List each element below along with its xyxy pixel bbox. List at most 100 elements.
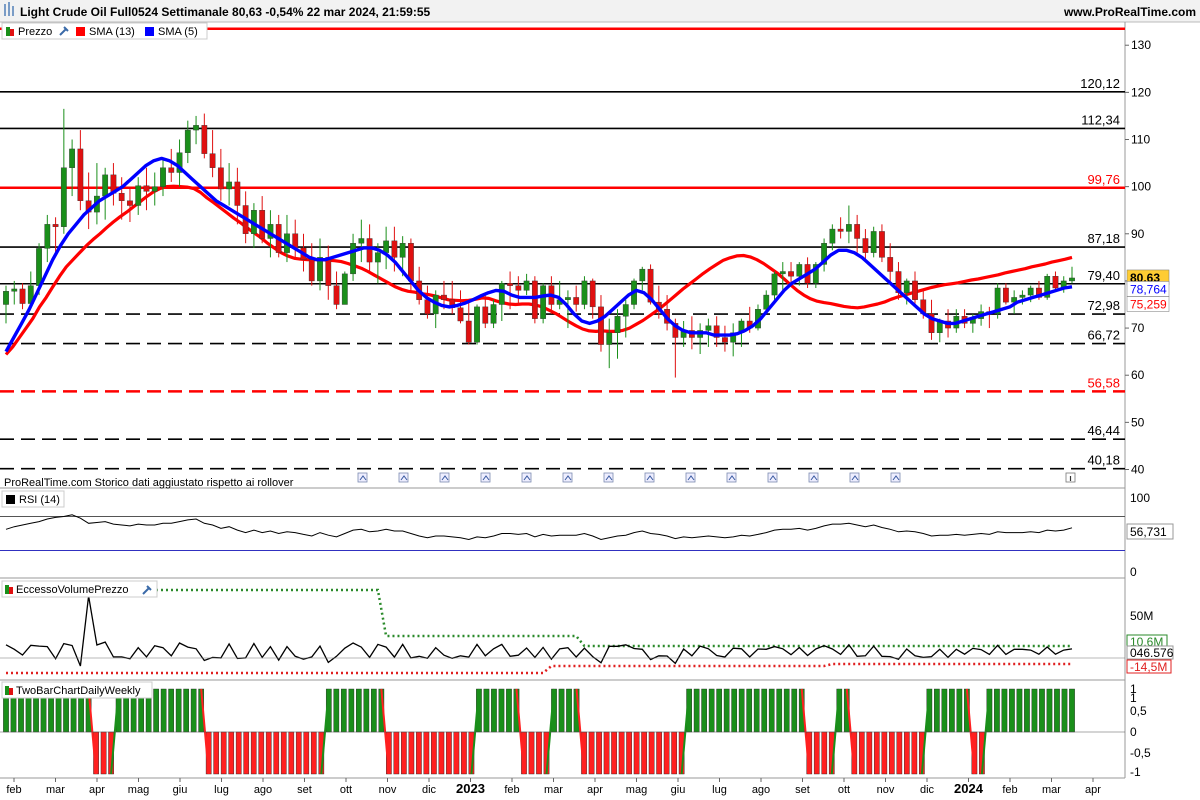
event-flag-icon[interactable] <box>439 472 450 483</box>
sma13-line <box>4 184 1073 356</box>
excess-lower-tag: -14,5M <box>1130 660 1167 674</box>
twobar-bar <box>348 688 355 733</box>
candle <box>110 163 117 206</box>
candle <box>540 283 547 324</box>
twobar-bar <box>949 688 955 733</box>
x-month-label: apr <box>89 784 105 796</box>
twobar-bar <box>168 688 174 733</box>
level-label-7: 56,58 <box>1087 375 1120 390</box>
twobar-bar <box>1054 688 1060 733</box>
price-tick-label: 50 <box>1131 415 1145 429</box>
event-icons <box>357 472 1076 483</box>
price-tick-label: 90 <box>1131 227 1145 241</box>
candle <box>432 290 439 329</box>
level-label-6: 66,72 <box>1087 328 1120 343</box>
twobar-tick-m05: -0,5 <box>1130 746 1151 760</box>
candle <box>870 226 877 258</box>
twobar-legend: TwoBarChartDailyWeekly <box>1 681 153 699</box>
twobar-bar <box>934 688 940 733</box>
event-flag-icon[interactable] <box>767 472 778 483</box>
event-flag-icon[interactable] <box>480 472 491 483</box>
event-flag-icon[interactable] <box>603 472 614 483</box>
sma13-layer <box>4 184 1073 356</box>
twobar-bar <box>1024 688 1030 733</box>
rsi-tick-0: 0 <box>1130 565 1137 579</box>
price-tick-label: 70 <box>1131 321 1145 335</box>
candle <box>143 167 150 211</box>
event-flag-icon[interactable] <box>808 472 819 483</box>
event-flag-icon[interactable] <box>890 472 901 483</box>
candle <box>730 323 737 357</box>
twobar-bar <box>438 731 445 775</box>
twobar-bar <box>265 731 272 775</box>
candle <box>531 276 538 324</box>
event-flag-icon[interactable] <box>726 472 737 483</box>
x-month-label: ott <box>838 784 850 796</box>
twobar-bar <box>1016 688 1023 733</box>
twobar-bar <box>588 731 595 775</box>
x-month-label: mar <box>1042 784 1061 796</box>
event-flag-icon[interactable] <box>685 472 696 483</box>
twobar-bar <box>303 731 310 775</box>
candle <box>127 186 133 222</box>
twobar-tick-0: 0 <box>1130 725 1137 739</box>
twobar-bar <box>363 688 370 733</box>
candle <box>308 243 315 286</box>
candle <box>912 271 918 305</box>
excess-volume-panel: EccessoVolumePrezzo 50M 10,6M 046.576 -1… <box>0 580 1174 675</box>
candle <box>151 172 158 206</box>
panel-frames <box>0 22 1126 779</box>
event-flag-icon[interactable] <box>644 472 655 483</box>
candle <box>333 271 340 310</box>
twobar-tick-m1: -1 <box>1130 765 1141 779</box>
x-month-label: dic <box>422 784 437 796</box>
twobar-panel: TwoBarChartDailyWeekly 1 1 0,5 0 -0,5 -1 <box>0 681 1151 779</box>
site-name: www.ProRealTime.com <box>1063 5 1196 19</box>
event-flag-icon[interactable] <box>398 472 409 483</box>
twobar-bar <box>911 731 918 775</box>
twobar-layer <box>0 688 1125 775</box>
twobar-bar <box>288 731 295 775</box>
price-axis: 130120110100908070605040 <box>1125 38 1151 477</box>
event-flag-icon[interactable] <box>562 472 573 483</box>
x-month-label: giu <box>173 784 188 796</box>
twobar-bar <box>994 688 1000 733</box>
candle <box>317 238 323 291</box>
chart-title: Light Crude Oil Full0524 Settimanale 80,… <box>20 5 431 19</box>
x-month-label: apr <box>587 784 603 796</box>
twobar-bar <box>491 688 497 733</box>
candle <box>722 325 728 352</box>
candle <box>325 245 332 300</box>
twobar-bar <box>280 731 287 775</box>
x-month-label: mar <box>46 784 65 796</box>
twobar-bar <box>190 688 197 733</box>
twobar-bar <box>648 731 655 775</box>
twobar-bar <box>1061 688 1068 733</box>
candle <box>490 299 497 329</box>
twobar-bar <box>603 731 610 775</box>
candle <box>771 271 778 300</box>
excess-upper-line <box>6 588 1072 648</box>
candle <box>1003 283 1009 305</box>
red-square-icon <box>76 27 85 36</box>
info-icon[interactable] <box>1065 472 1076 483</box>
candle <box>887 243 894 284</box>
candle <box>606 318 613 369</box>
twobar-bar <box>858 731 865 775</box>
twobar-bar <box>611 731 617 775</box>
event-flag-icon[interactable] <box>849 472 860 483</box>
twobar-bar <box>566 688 572 733</box>
price-tags: 80,6378,76475,259 <box>1126 269 1170 312</box>
candle <box>94 163 100 225</box>
event-flag-icon[interactable] <box>357 472 368 483</box>
candle <box>573 285 580 312</box>
event-flag-icon[interactable] <box>521 472 532 483</box>
x-month-label: feb <box>504 784 519 796</box>
excess-layer <box>0 588 1125 675</box>
horizontal-levels <box>0 27 1125 470</box>
twobar-bar <box>483 688 490 733</box>
candle <box>713 316 720 347</box>
x-month-label: lug <box>712 784 727 796</box>
excess-lower-line <box>6 662 1072 675</box>
candle <box>201 113 208 159</box>
